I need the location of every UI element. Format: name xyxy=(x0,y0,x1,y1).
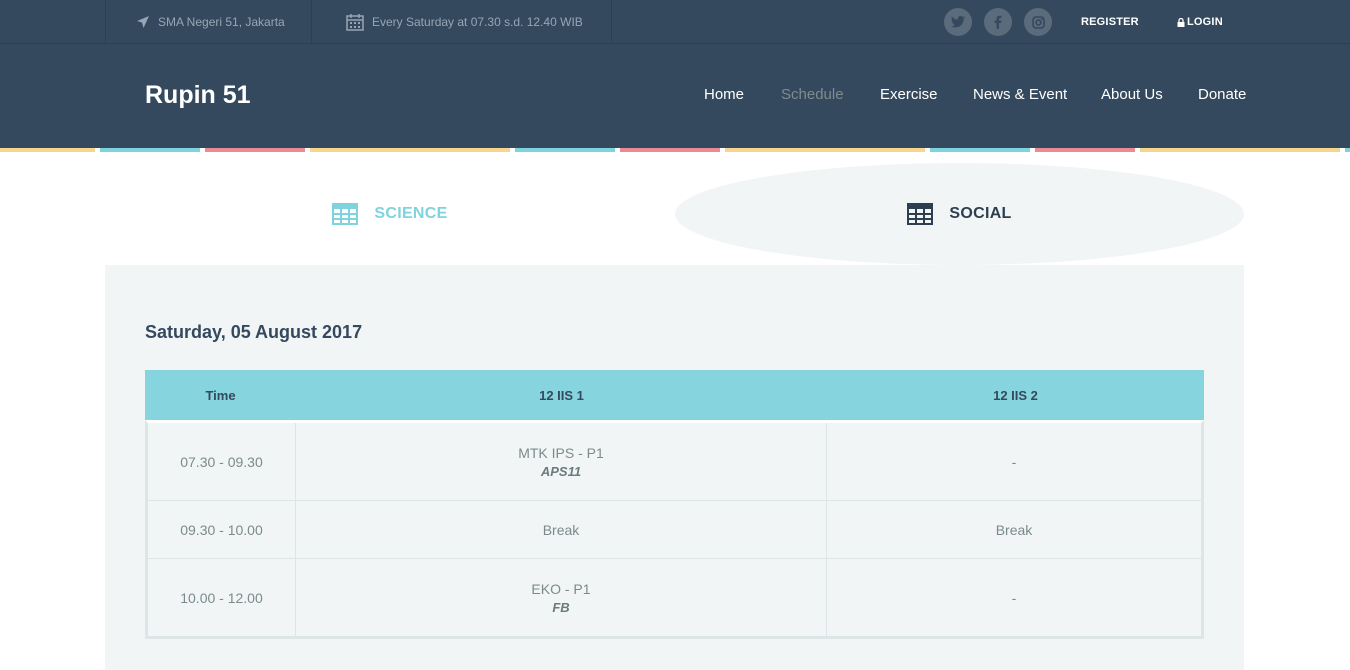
nav-home[interactable]: Home xyxy=(704,86,744,103)
table-body: 07.30 - 09.30 MTK IPS - P1 APS11 - 09.30… xyxy=(145,420,1204,639)
tab-science[interactable]: SCIENCE xyxy=(105,163,675,265)
schedule-text: Every Saturday at 07.30 s.d. 12.40 WIB xyxy=(372,14,583,29)
stripe-segment xyxy=(1035,148,1135,152)
schedule-date: Saturday, 05 August 2017 xyxy=(145,322,363,342)
location-arrow-icon xyxy=(137,15,149,28)
login-link[interactable]: LOGIN xyxy=(1177,16,1223,28)
table-row: 10.00 - 12.00 EKO - P1 FB - xyxy=(148,559,1201,636)
tab-social[interactable]: SOCIAL xyxy=(675,163,1244,265)
stripe-segment xyxy=(205,148,305,152)
calendar-icon xyxy=(346,13,364,31)
instagram-icon[interactable] xyxy=(1024,8,1052,36)
subject: MTK IPS - P1 xyxy=(518,444,604,461)
stripe-segment xyxy=(1345,148,1350,152)
header-time: Time xyxy=(205,387,236,403)
stripe-segment xyxy=(725,148,925,152)
table-header: Time 12 IIS 1 12 IIS 2 xyxy=(145,370,1204,420)
stripe-segment xyxy=(0,148,95,152)
stripe-segment xyxy=(1140,148,1340,152)
nav-donate[interactable]: Donate xyxy=(1198,86,1246,103)
stripe-segment xyxy=(620,148,720,152)
nav-exercise[interactable]: Exercise xyxy=(880,86,938,103)
login-label: LOGIN xyxy=(1187,16,1223,28)
table-row: 07.30 - 09.30 MTK IPS - P1 APS11 - xyxy=(148,423,1201,501)
nav-about-us[interactable]: About Us xyxy=(1101,86,1163,103)
time-cell: 10.00 - 12.00 xyxy=(148,559,296,636)
location-info: SMA Negeri 51, Jakarta xyxy=(105,0,312,43)
schedule-info: Every Saturday at 07.30 s.d. 12.40 WIB xyxy=(312,0,612,43)
stripe-segment xyxy=(310,148,510,152)
tab-social-label: SOCIAL xyxy=(949,205,1012,222)
table-icon xyxy=(907,203,934,225)
subject: EKO - P1 xyxy=(531,580,591,597)
time-cell: 09.30 - 10.00 xyxy=(148,501,296,558)
table-icon xyxy=(332,203,359,225)
class-2-cell: - xyxy=(1011,589,1017,606)
class-2-cell: Break xyxy=(995,521,1033,538)
brand-logo[interactable]: Rupin 51 xyxy=(145,81,251,110)
header-class-2: 12 IIS 2 xyxy=(993,387,1038,403)
subject: Break xyxy=(542,521,580,538)
main-header: Rupin 51 Home Schedule Exercise News & E… xyxy=(0,44,1350,148)
header-class-1: 12 IIS 1 xyxy=(539,387,584,403)
top-bar: SMA Negeri 51, Jakarta Every Saturday at… xyxy=(0,0,1350,44)
class-1-cell: MTK IPS - P1 APS11 xyxy=(296,423,827,500)
stripe-segment xyxy=(100,148,200,152)
nav-news-event[interactable]: News & Event xyxy=(973,86,1067,103)
table-row: 09.30 - 10.00 Break Break xyxy=(148,501,1201,559)
class-2-cell: - xyxy=(1011,453,1017,470)
teacher-code: APS11 xyxy=(540,463,582,479)
facebook-icon[interactable] xyxy=(984,8,1012,36)
stripe-segment xyxy=(515,148,615,152)
location-text: SMA Negeri 51, Jakarta xyxy=(158,14,285,29)
tab-science-label: SCIENCE xyxy=(374,205,448,222)
nav-schedule[interactable]: Schedule xyxy=(781,86,844,103)
teacher-code: FB xyxy=(552,599,570,615)
class-1-cell: EKO - P1 FB xyxy=(296,559,827,636)
time-cell: 07.30 - 09.30 xyxy=(148,423,296,500)
register-link[interactable]: REGISTER xyxy=(1081,16,1139,28)
twitter-icon[interactable] xyxy=(944,8,972,36)
lock-icon xyxy=(1177,17,1185,27)
class-1-cell: Break xyxy=(296,501,827,558)
stripe-segment xyxy=(930,148,1030,152)
